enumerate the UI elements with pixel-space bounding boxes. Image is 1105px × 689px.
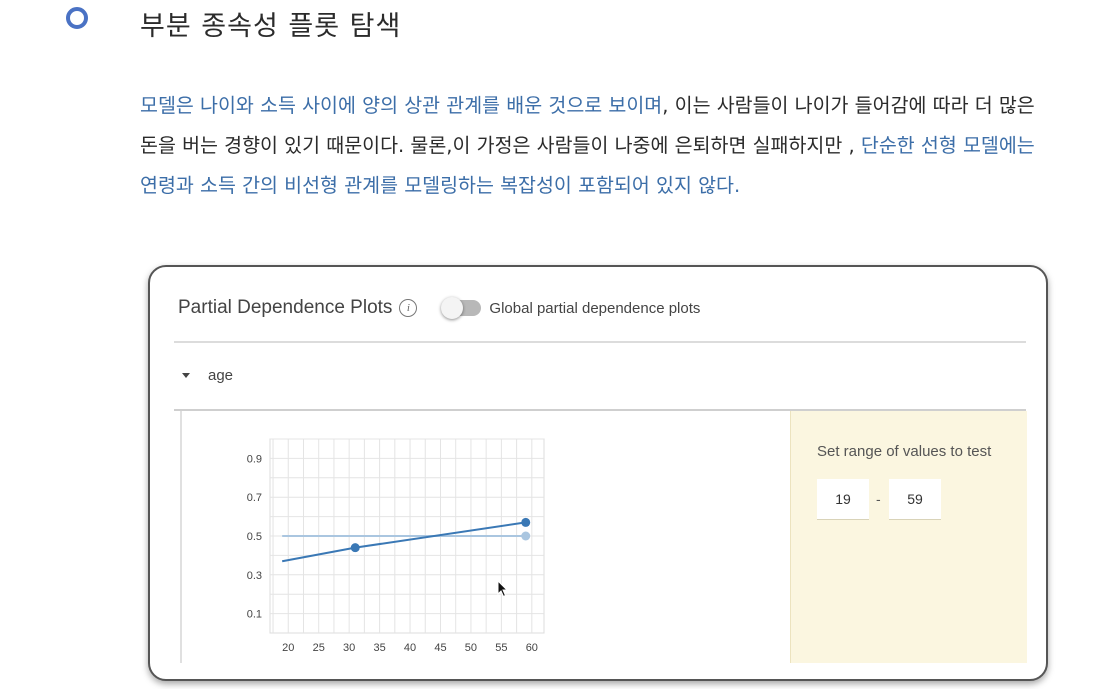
- global-pdp-toggle[interactable]: [441, 297, 482, 319]
- x-tick-label: 50: [465, 642, 477, 654]
- x-tick-label: 40: [404, 642, 416, 654]
- x-tick-label: 55: [495, 642, 507, 654]
- pdp-chart: 0.1 0.3 0.5 0.7 0.9 20 25 30 35 40 45 50 55 60: [247, 438, 545, 654]
- mouse-cursor-icon: [497, 580, 509, 598]
- y-tick-label: 0.1: [247, 609, 262, 621]
- x-tick-label: 20: [282, 642, 294, 654]
- range-title: Set range of values to test: [817, 443, 992, 460]
- caret-down-icon[interactable]: [182, 373, 190, 378]
- x-tick-label: 25: [313, 642, 325, 654]
- range-min-input[interactable]: 19: [817, 479, 869, 520]
- feature-row-age[interactable]: age: [182, 367, 233, 384]
- feature-name: age: [208, 367, 234, 384]
- series-point: [521, 517, 531, 527]
- card-title: Partial Dependence Plots: [178, 297, 393, 318]
- x-tick-label: 60: [526, 642, 538, 654]
- section-paragraph: 모델은 나이와 소득 사이에 양의 상관 관계를 배운 것으로 보이며, 이는 …: [140, 86, 1040, 206]
- x-tick-label: 45: [434, 642, 446, 654]
- y-tick-label: 0.9: [247, 453, 262, 465]
- range-separator: -: [876, 491, 881, 507]
- range-max-input[interactable]: 59: [889, 479, 941, 520]
- pdp-card: Partial Dependence Plots i Global partia…: [148, 265, 1048, 681]
- series-point: [350, 543, 360, 553]
- plot-area: 0.1 0.3 0.5 0.7 0.9 20 25 30 35 40 45 50 55 60: [180, 411, 792, 663]
- card-header: Partial Dependence Plots i Global partia…: [178, 297, 700, 319]
- series-point: [521, 531, 531, 541]
- y-tick-label: 0.7: [247, 492, 262, 504]
- range-panel: Set range of values to test 19 - 59: [790, 411, 1027, 663]
- paragraph-highlight: 모델은 나이와 소득 사이에 양의 상관 관계를 배운 것으로 보이며: [140, 94, 663, 117]
- y-tick-label: 0.3: [247, 570, 262, 582]
- toggle-label: Global partial dependence plots: [489, 299, 701, 317]
- info-icon[interactable]: i: [399, 299, 418, 317]
- section-heading: 부분 종속성 플롯 탐색: [140, 11, 402, 42]
- y-tick-label: 0.5: [247, 531, 262, 543]
- header-divider: [174, 341, 1026, 343]
- section-bullet-icon: [66, 7, 88, 29]
- x-tick-label: 35: [373, 642, 385, 654]
- toggle-knob[interactable]: [441, 297, 464, 319]
- x-tick-label: 30: [343, 642, 355, 654]
